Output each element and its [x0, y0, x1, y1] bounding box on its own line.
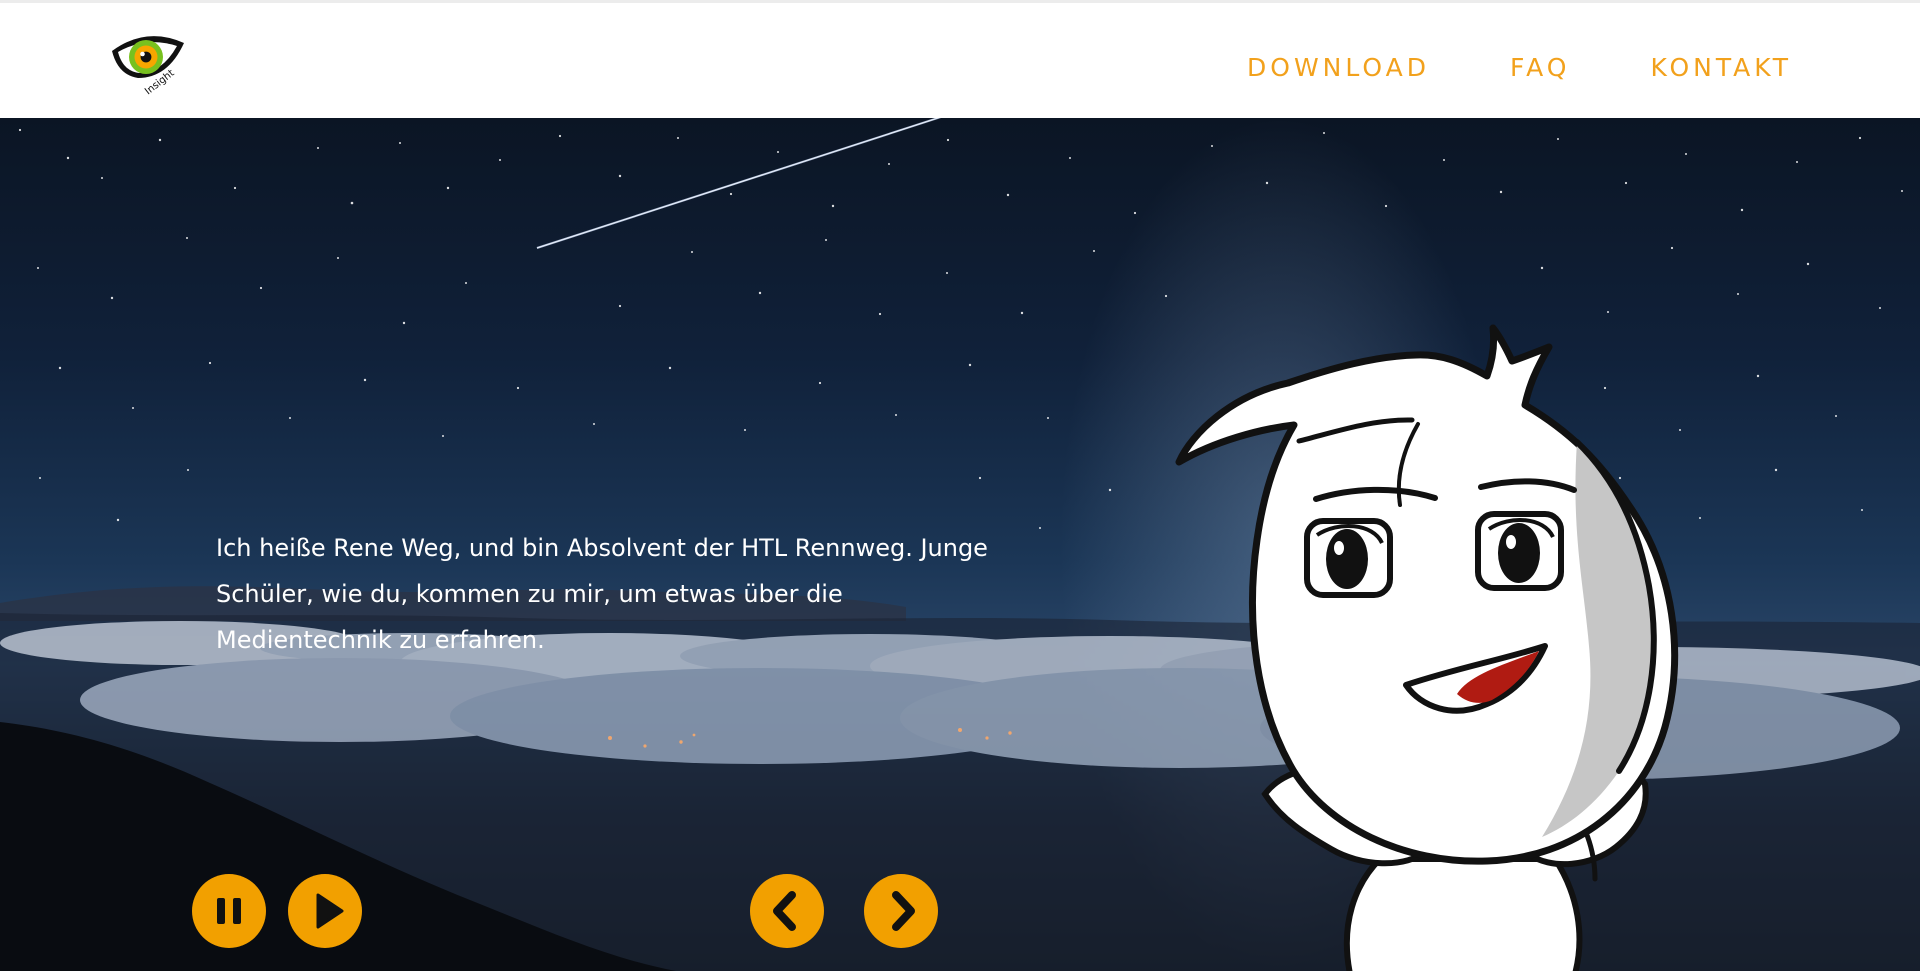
cartoon-character — [1175, 324, 1679, 971]
play-icon — [316, 893, 344, 929]
nav-download-link[interactable]: DOWNLOAD — [1247, 53, 1430, 82]
previous-button[interactable] — [750, 874, 824, 948]
chevron-left-icon — [773, 891, 796, 931]
hero-description: Ich heiße Rene Weg, und bin Absolvent de… — [216, 525, 1006, 663]
nav-kontakt-link[interactable]: KONTAKT — [1650, 53, 1792, 82]
hero-text-line-1: Ich heiße Rene Weg, und bin Absolvent de… — [216, 534, 988, 562]
main-navigation: DOWNLOAD FAQ KONTAKT — [1247, 53, 1792, 82]
insight-logo[interactable]: Insight — [106, 30, 190, 104]
play-button[interactable] — [288, 874, 362, 948]
pause-icon — [217, 898, 241, 924]
nav-faq-link[interactable]: FAQ — [1510, 53, 1570, 82]
next-button[interactable] — [864, 874, 938, 948]
chevron-right-icon — [892, 891, 915, 931]
hero-section: Ich heiße Rene Weg, und bin Absolvent de… — [0, 118, 1920, 971]
pause-button[interactable] — [192, 874, 266, 948]
hero-text-line-3: Medientechnik zu erfahren. — [216, 626, 545, 654]
hero-text-line-2: Schüler, wie du, kommen zu mir, um etwas… — [216, 580, 843, 608]
top-navigation-bar: Insight DOWNLOAD FAQ KONTAKT — [0, 0, 1920, 118]
